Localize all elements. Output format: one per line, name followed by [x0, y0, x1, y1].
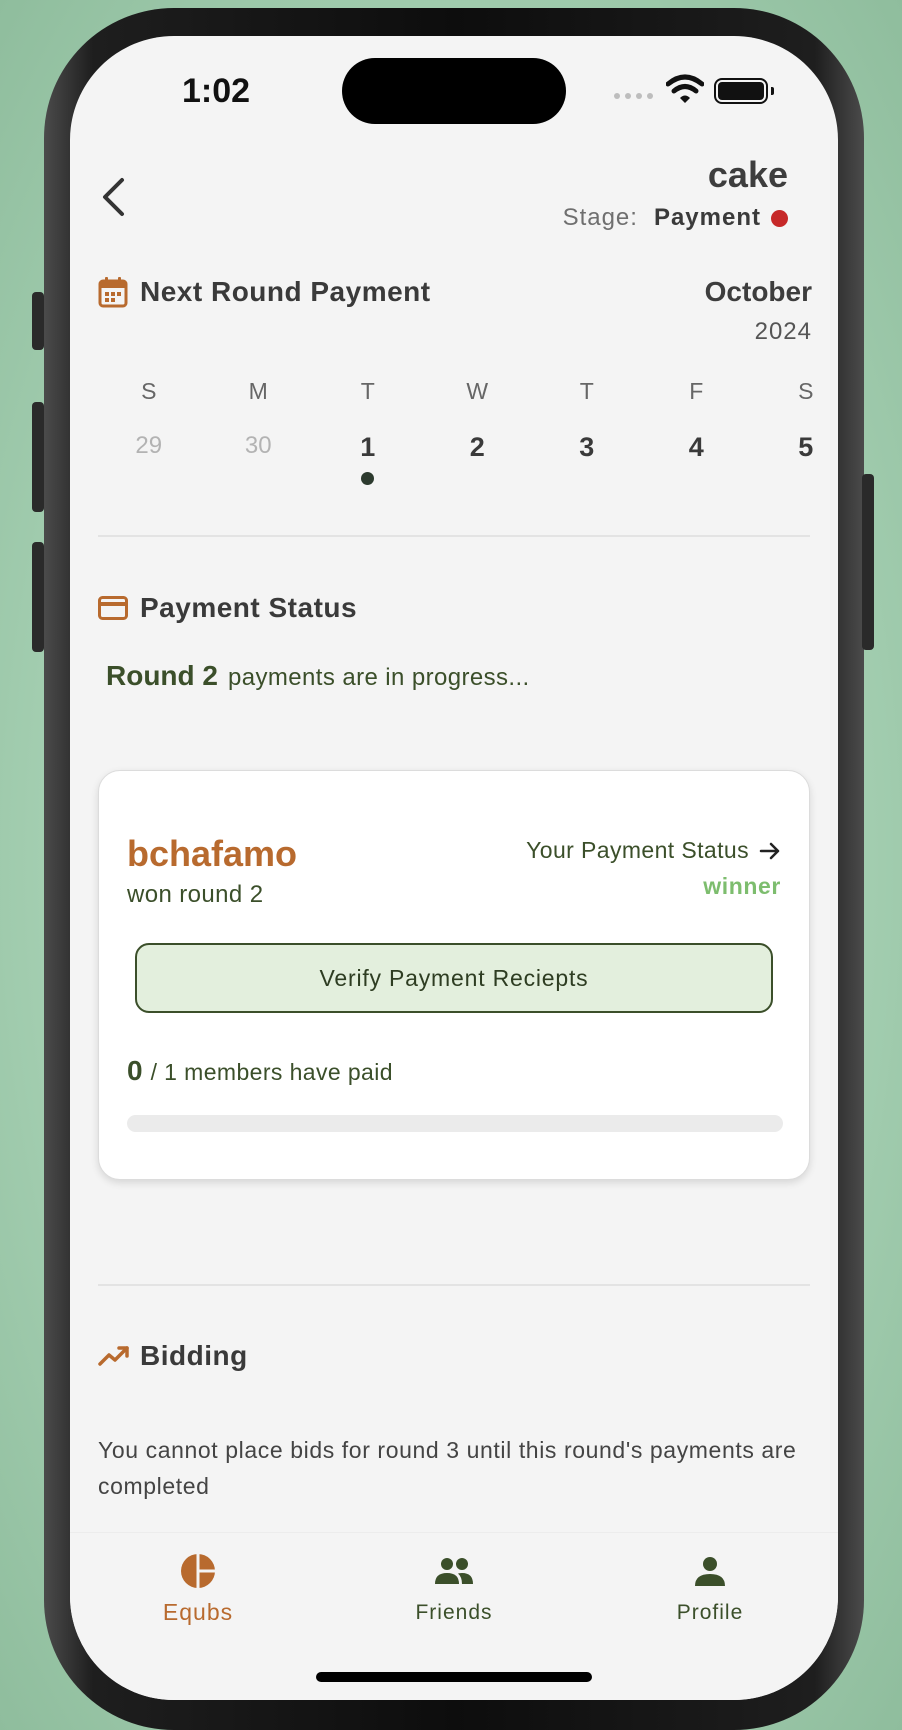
- weekday-label: M: [248, 378, 268, 404]
- weekday-label: S: [798, 378, 814, 404]
- battery-icon: [714, 78, 774, 104]
- back-button[interactable]: [100, 172, 140, 222]
- calendar-day: 1: [360, 432, 376, 462]
- pie-chart-icon: [179, 1549, 217, 1593]
- dynamic-island: [342, 58, 566, 124]
- power-button: [862, 474, 874, 650]
- calendar-day[interactable]: 4: [642, 432, 752, 463]
- members-paid-progress-bar: [127, 1115, 783, 1132]
- your-payment-status-value: winner: [703, 873, 781, 899]
- calendar-day-marked[interactable]: 1: [313, 432, 423, 485]
- person-icon: [694, 1549, 726, 1593]
- stage-indicator: Stage: Payment: [563, 204, 788, 232]
- round-progress-text: Round 2 payments are in progress...: [106, 660, 530, 692]
- credit-card-icon: [98, 592, 130, 624]
- paid-total-text: / 1 members have paid: [150, 1059, 393, 1085]
- bidding-heading: Bidding: [98, 1340, 248, 1372]
- app-screen: 1:02 cake Stage: Payment Next Round Paym…: [70, 36, 838, 1700]
- bidding-message: You cannot place bids for round 3 until …: [98, 1437, 797, 1499]
- round-payment-card: bchafamo won round 2 Your Payment Status…: [98, 770, 810, 1180]
- progress-text: payments are in progress...: [228, 664, 530, 691]
- arrow-right-icon: [759, 842, 781, 860]
- calendar-day[interactable]: 30: [204, 432, 314, 463]
- section-divider: [98, 535, 810, 537]
- your-payment-status-label: Your Payment Status: [526, 837, 749, 863]
- volume-down-button: [32, 542, 44, 652]
- wifi-icon: [665, 74, 705, 109]
- payment-status-heading: Payment Status: [98, 592, 357, 624]
- tab-equbs[interactable]: Equbs: [118, 1549, 278, 1626]
- calendar-icon: [98, 276, 130, 308]
- next-round-title: Next Round Payment: [140, 276, 431, 307]
- payment-status-title: Payment Status: [140, 592, 358, 623]
- bidding-title: Bidding: [140, 1340, 248, 1371]
- trending-up-icon: [98, 1340, 130, 1372]
- weekday-label: F: [689, 378, 704, 404]
- tab-friends[interactable]: Friends: [374, 1549, 534, 1625]
- calendar-day[interactable]: 5: [751, 432, 838, 463]
- cellular-signal-icon: [614, 93, 653, 99]
- home-indicator: [316, 1672, 592, 1682]
- weekday-label: T: [579, 378, 594, 404]
- status-time: 1:02: [182, 72, 251, 110]
- calendar-day-row: 29 30 1 2 3 4 5: [94, 432, 838, 485]
- calendar-year: 2024: [754, 318, 812, 345]
- page-title: cake: [707, 154, 788, 195]
- calendar-day[interactable]: 2: [423, 432, 533, 463]
- mute-switch: [32, 292, 44, 350]
- tab-label: Friends: [415, 1601, 493, 1624]
- chevron-left-icon: [103, 178, 124, 216]
- weekday-label: W: [466, 378, 489, 404]
- calendar-day[interactable]: 3: [532, 432, 642, 463]
- won-round-text: won round 2: [127, 881, 264, 908]
- volume-up-button: [32, 402, 44, 512]
- calendar-month: October: [704, 276, 812, 307]
- verify-payment-receipts-button[interactable]: Verify Payment Reciepts: [135, 943, 773, 1013]
- calendar-weekday-row: S M T W T F S: [94, 378, 838, 405]
- winner-name: bchafamo: [127, 833, 298, 874]
- weekday-label: T: [360, 378, 375, 404]
- section-divider: [98, 1284, 810, 1286]
- payment-day-dot: [361, 472, 375, 485]
- calendar-day[interactable]: 29: [94, 432, 204, 463]
- paid-count: 0: [127, 1055, 143, 1086]
- stage-status-dot: [771, 209, 788, 227]
- tab-label: Equbs: [162, 1599, 234, 1625]
- next-round-heading: Next Round Payment: [98, 276, 431, 308]
- your-payment-status-link[interactable]: Your Payment Status: [526, 837, 781, 864]
- members-paid-text: 0 / 1 members have paid: [127, 1055, 393, 1087]
- stage-value: Payment: [653, 204, 761, 231]
- tab-profile[interactable]: Profile: [630, 1549, 790, 1625]
- stage-label: Stage:: [562, 204, 638, 231]
- round-label: Round 2: [106, 660, 218, 691]
- tab-label: Profile: [676, 1601, 744, 1624]
- people-icon: [434, 1549, 474, 1593]
- weekday-label: S: [141, 378, 157, 404]
